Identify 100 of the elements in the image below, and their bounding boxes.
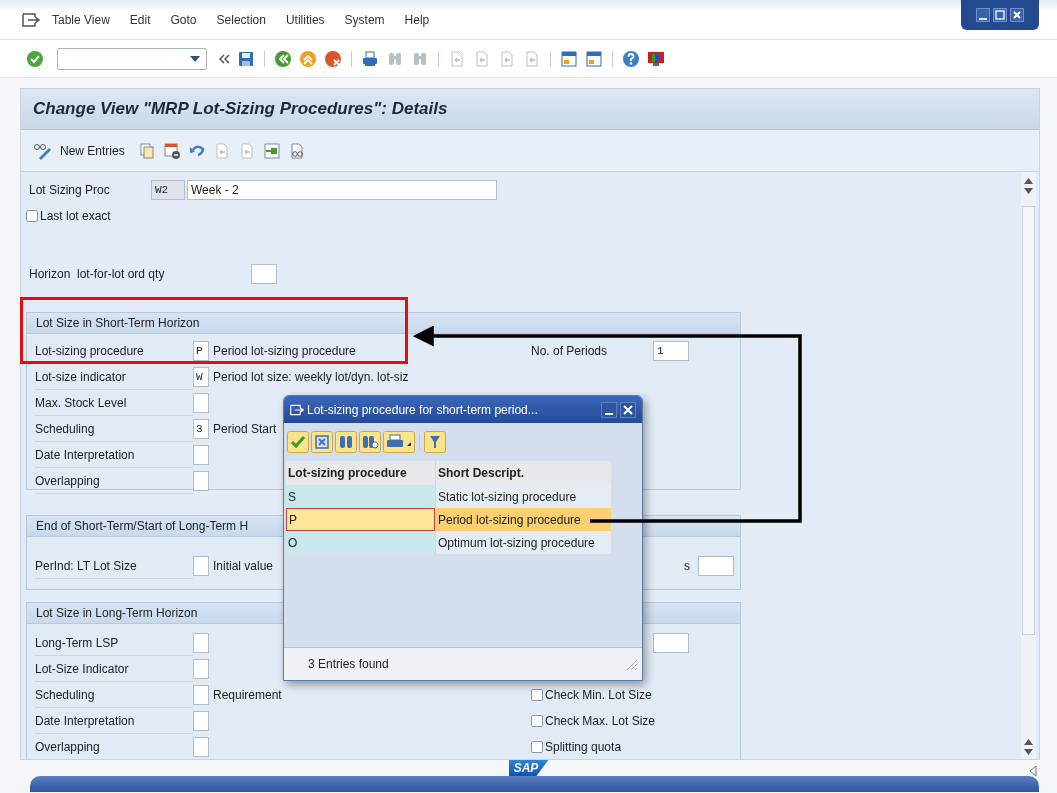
page-icon[interactable] [473,49,491,68]
column-header[interactable]: Lot-sizing procedure [286,461,435,485]
minimize-icon[interactable] [976,8,990,22]
checkbox[interactable] [26,210,38,222]
close-icon[interactable] [1010,8,1024,22]
window-icon[interactable] [585,49,603,68]
list-row[interactable]: P Period lot-sizing procedure [286,508,611,531]
new-entries-button[interactable]: New Entries [60,143,131,158]
input-field[interactable] [698,556,734,576]
checkmark-icon[interactable] [287,431,309,453]
input-field[interactable] [193,737,209,757]
table-cell: P [286,508,435,531]
popup-menu-icon[interactable] [290,403,304,416]
exit-icon[interactable] [299,49,317,68]
input-field[interactable] [193,659,209,679]
status-text: 3 Entries found [308,657,389,671]
menu-item[interactable]: Edit [129,12,161,27]
cancel-icon[interactable] [311,431,333,453]
checkbox[interactable] [531,715,543,727]
binoculars-icon[interactable] [335,431,357,453]
checkbox[interactable] [531,741,543,753]
input-field[interactable] [653,633,689,653]
input-field[interactable] [193,556,209,576]
logo: SAP [508,760,549,776]
field-label: No. of Periods [531,344,608,358]
menu-item[interactable]: System [344,12,395,27]
input-field[interactable] [193,471,209,491]
double-chevron-icon[interactable] [218,52,230,65]
value-text: Period lot-sizing procedure [213,344,356,358]
value-text: Period lot size: weekly lot/dyn. lot-siz [213,370,409,384]
input-field[interactable] [193,445,209,465]
scroll-down-icon[interactable] [1024,749,1033,755]
select-block-icon[interactable] [262,141,281,160]
group-title: Lot Size in Short-Term Horizon [27,313,740,334]
minimize-icon[interactable] [601,401,617,418]
list-row[interactable]: O Optimum lot-sizing procedure [286,531,611,554]
input-field[interactable] [193,393,209,413]
table-cell: Optimum lot-sizing procedure [435,531,611,554]
page-icon[interactable] [448,49,466,68]
input-field[interactable] [193,685,209,705]
close-icon[interactable] [620,401,636,418]
table-cell: S [286,485,435,508]
input-field[interactable]: W [193,367,209,387]
menu-item[interactable]: Goto [170,12,207,27]
checkbox[interactable] [531,689,543,701]
scrollbar[interactable] [1021,172,1036,759]
input-field[interactable] [251,264,277,284]
input-field[interactable]: Week - 2 [187,180,497,200]
binoculars-plus-icon[interactable] [359,431,381,453]
glasses-pen-icon[interactable] [33,141,53,160]
maximize-icon[interactable] [993,8,1007,22]
list-row[interactable]: S Static lot-sizing procedure [286,485,611,508]
field-label: s [684,559,690,573]
scroll-down-icon[interactable] [1024,188,1033,194]
input-field[interactable] [193,711,209,731]
key-field[interactable]: W2 [151,180,185,200]
help-icon[interactable] [622,49,640,68]
input-field[interactable] [193,633,209,653]
page-icon[interactable] [498,49,516,68]
command-field[interactable] [57,47,207,70]
input-field[interactable]: 1 [653,341,689,361]
copy-icon[interactable] [137,141,156,160]
checkbox-label: Check Min. Lot Size [545,688,652,702]
window-icon[interactable] [560,49,578,68]
checkbox-label: Last lot exact [40,209,111,223]
filter-icon[interactable] [424,431,446,453]
scroll-thumb[interactable] [1022,206,1035,635]
triangle-left-icon[interactable] [1029,765,1037,777]
value-text: Period Start [213,422,277,436]
printer-icon[interactable] [361,49,379,68]
value-text: Initial value [213,559,274,573]
table-cell: Period lot-sizing procedure [435,508,611,531]
menu-item[interactable]: Help [404,12,440,27]
checkbox-label: Splitting quota [545,740,622,754]
back-icon[interactable] [274,49,292,68]
save-icon[interactable] [237,49,255,68]
cancel-icon[interactable] [324,49,342,68]
checkbox-label: Check Max. Lot Size [545,714,656,728]
scroll-up-icon[interactable] [1024,739,1033,745]
menu-icon[interactable] [22,12,40,27]
page-icon[interactable] [523,49,541,68]
scroll-up-icon[interactable] [1024,178,1033,184]
input-field[interactable]: P [193,341,209,361]
popup-title: Lot-sizing procedure for short-term period... [307,402,539,417]
menu-item[interactable]: Table View [52,12,120,27]
resize-grip-icon[interactable] [624,657,638,671]
dropdown-icon[interactable] [190,55,200,62]
value-text: Requirement [213,688,282,702]
field-label: Lot Sizing Proc [28,183,111,197]
field-label: Horizon lot-for-lot ord qty [28,267,166,281]
menu-item[interactable]: Selection [216,12,276,27]
table-cell: O [286,531,435,554]
table-cell: Static lot-sizing procedure [435,485,611,508]
checkmark-icon[interactable] [26,49,44,68]
delete-row-icon[interactable] [162,141,181,160]
menu-item[interactable]: Utilities [285,12,335,27]
monitor-icon[interactable] [647,49,665,68]
screen-title: Change View "MRP Lot-Sizing Procedures": Details [33,99,448,119]
input-field[interactable]: 3 [193,419,209,439]
printer-icon[interactable] [383,431,415,453]
